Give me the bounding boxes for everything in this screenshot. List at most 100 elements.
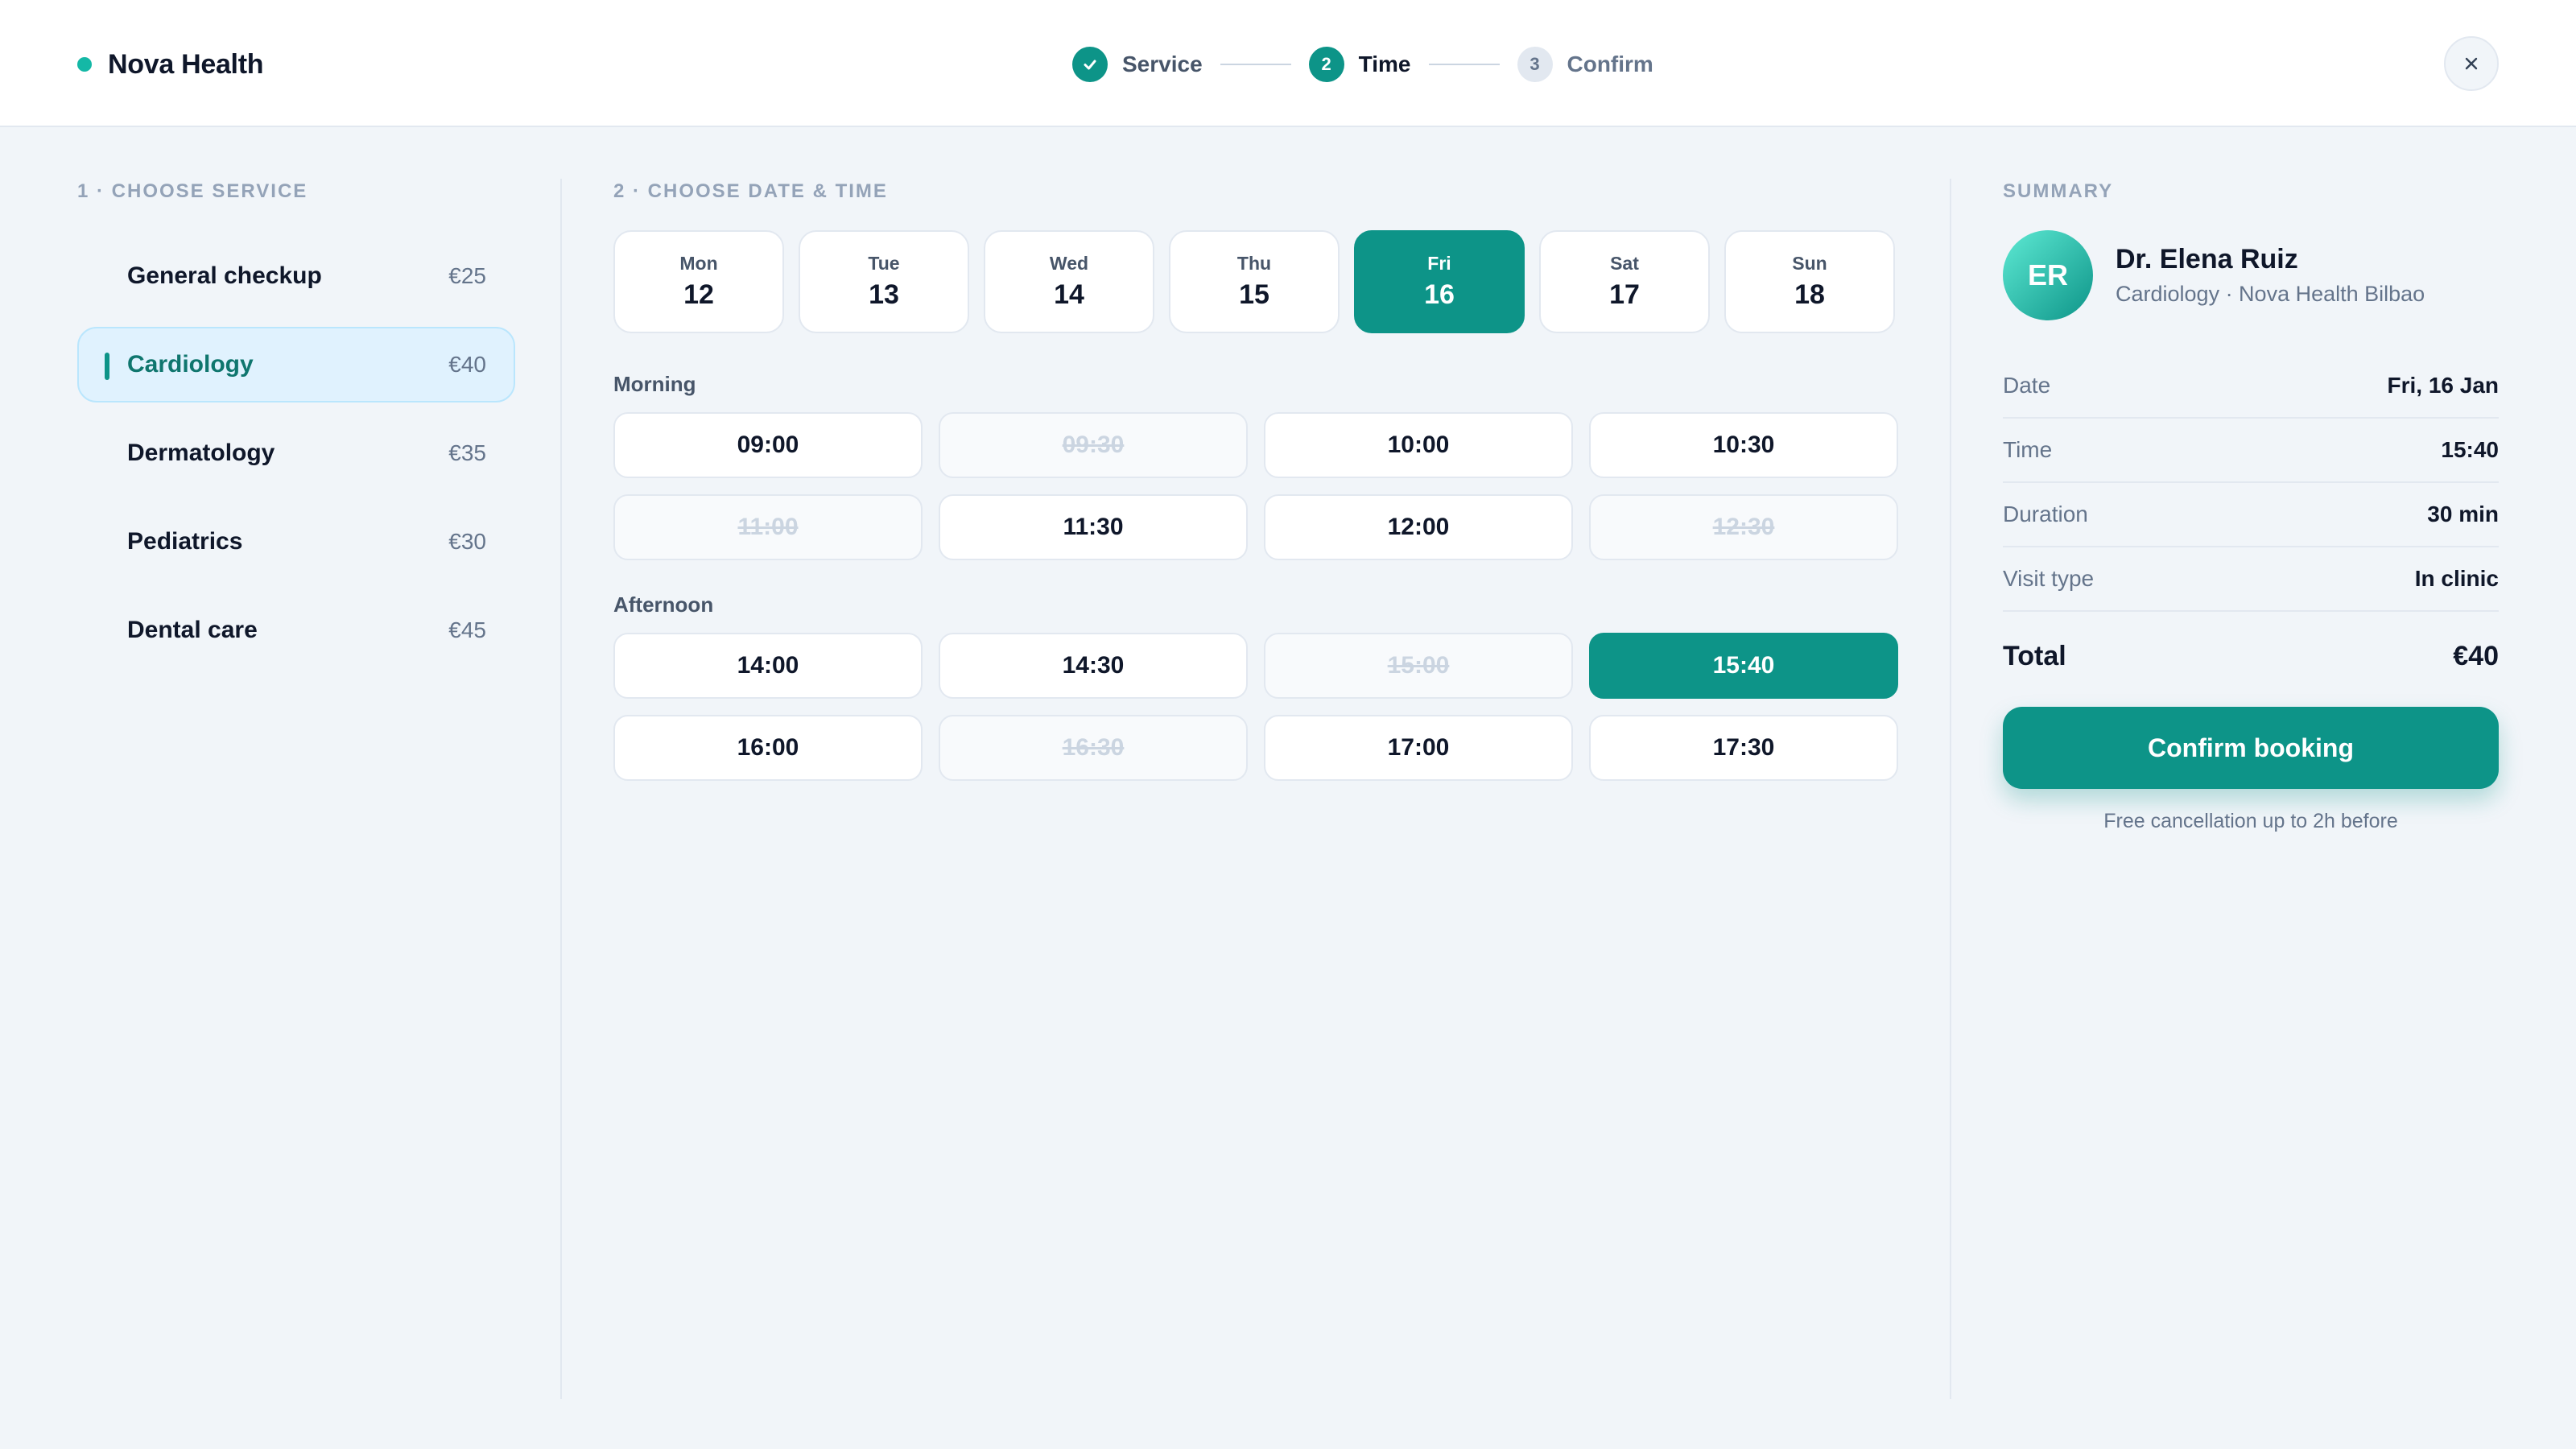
time-slot[interactable]: 16:00 [613,715,923,781]
time-slot[interactable]: 17:00 [1264,715,1573,781]
summary-row-duration: Duration 30 min [2003,483,2499,547]
service-price: €30 [448,529,486,554]
summary-row-time: Time 15:40 [2003,419,2499,483]
summary-key: Visit type [2003,566,2095,591]
day-number: 17 [1609,279,1640,310]
column-divider [1950,179,1951,1399]
step-confirm[interactable]: 3 Confirm [1517,47,1653,82]
service-option[interactable]: General checkup €25 [77,238,515,314]
summary-key: Time [2003,437,2053,462]
summary-value: 15:40 [2441,437,2499,462]
service-name: General checkup [127,262,322,289]
step-done-check-icon [1072,47,1108,82]
day-name: Tue [868,253,900,274]
day-option[interactable]: Tue 13 [799,230,969,333]
time-slot[interactable]: 10:00 [1264,412,1573,478]
summary-details: Date Fri, 16 Jan Time 15:40 Duration 30 … [2003,354,2499,612]
time-slot-unavailable: 11:00 [613,494,923,560]
summary-section-title: SUMMARY [2003,180,2114,202]
service-name: Dental care [127,617,258,643]
brand[interactable]: Nova Health [77,47,264,82]
booking-stepper: Service 2 Time 3 Confirm [1072,46,1653,83]
step-number: 2 [1308,47,1344,82]
day-option[interactable]: Sun 18 [1724,230,1895,333]
day-name: Fri [1427,253,1451,274]
service-name: Cardiology [127,351,254,378]
summary-row-visit-type: Visit type In clinic [2003,547,2499,612]
time-slot-unavailable: 09:30 [939,412,1248,478]
column-divider [560,179,562,1399]
day-picker: Mon 12 Tue 13 Wed 14 Thu 15 Fri 16 Sat 17 Sun 1… [613,230,1909,333]
brand-logo-dot [77,57,92,72]
service-list: General checkup €25 Cardiology €40 Derma… [77,238,515,681]
day-option[interactable]: Sat 17 [1539,230,1710,333]
time-slot-selected[interactable]: 15:40 [1589,633,1898,699]
close-icon [2465,57,2478,70]
total-label: Total [2003,640,2066,671]
summary-value: Fri, 16 Jan [2387,373,2499,398]
time-slot[interactable]: 12:00 [1264,494,1573,560]
day-number: 12 [683,279,714,310]
service-name: Pediatrics [127,528,243,555]
day-name: Sat [1610,253,1639,274]
service-price: €40 [448,352,486,377]
step-connector [1428,64,1500,65]
day-number: 15 [1239,279,1269,310]
doctor-name: Dr. Elena Ruiz [2116,244,2298,275]
day-number: 18 [1794,279,1825,310]
service-price: €25 [448,263,486,288]
summary-key: Date [2003,373,2051,398]
time-slot[interactable]: 14:30 [939,633,1248,699]
close-button[interactable] [2444,36,2499,91]
time-slot[interactable]: 10:30 [1589,412,1898,478]
day-number: 13 [869,279,899,310]
afternoon-slots: 14:00 14:30 15:00 15:40 16:00 16:30 17:0… [613,633,1898,781]
brand-name: Nova Health [108,48,264,80]
service-option[interactable]: Dermatology €35 [77,415,515,491]
summary-key: Duration [2003,502,2088,526]
morning-label: Morning [613,372,696,396]
afternoon-label: Afternoon [613,592,714,617]
morning-slots: 09:00 09:30 10:00 10:30 11:00 11:30 12:0… [613,412,1898,560]
selected-accent-bar [105,353,109,380]
step-label: Service [1122,52,1203,76]
day-name: Thu [1236,253,1272,274]
step-service[interactable]: Service [1072,47,1203,82]
time-slot-unavailable: 15:00 [1264,633,1573,699]
datetime-section-title: 2 · CHOOSE DATE & TIME [613,180,888,202]
summary-row-date: Date Fri, 16 Jan [2003,354,2499,419]
total-value: €40 [2453,640,2499,671]
step-time[interactable]: 2 Time [1308,47,1411,82]
day-name: Mon [679,253,718,274]
summary-value: In clinic [2414,566,2499,591]
services-section-title: 1 · CHOOSE SERVICE [77,180,308,202]
time-slot[interactable]: 11:30 [939,494,1248,560]
step-connector [1220,64,1291,65]
service-option[interactable]: Dental care €45 [77,592,515,668]
time-slot[interactable]: 14:00 [613,633,923,699]
time-slot-unavailable: 16:30 [939,715,1248,781]
service-price: €45 [448,617,486,642]
service-option[interactable]: Pediatrics €30 [77,504,515,580]
doctor-specialty: Cardiology · Nova Health Bilbao [2116,282,2425,306]
day-option-selected[interactable]: Fri 16 [1354,230,1525,333]
summary-value: 30 min [2427,502,2499,526]
day-option[interactable]: Mon 12 [613,230,784,333]
step-label: Time [1358,52,1411,76]
day-name: Sun [1792,253,1827,274]
step-number: 3 [1517,47,1553,82]
service-name: Dermatology [127,440,275,466]
service-price: €35 [448,440,486,465]
time-slot[interactable]: 17:30 [1589,715,1898,781]
time-slot-unavailable: 12:30 [1589,494,1898,560]
service-option-selected[interactable]: Cardiology €40 [77,327,515,402]
day-number: 14 [1054,279,1084,310]
time-slot[interactable]: 09:00 [613,412,923,478]
day-option[interactable]: Wed 14 [984,230,1154,333]
confirm-booking-button[interactable]: Confirm booking [2003,707,2499,789]
doctor-card: ER Dr. Elena Ruiz Cardiology · Nova Heal… [2003,230,2425,320]
day-option[interactable]: Thu 15 [1169,230,1340,333]
cancellation-note: Free cancellation up to 2h before [2103,810,2398,832]
day-name: Wed [1049,253,1089,274]
step-label: Confirm [1567,52,1653,76]
